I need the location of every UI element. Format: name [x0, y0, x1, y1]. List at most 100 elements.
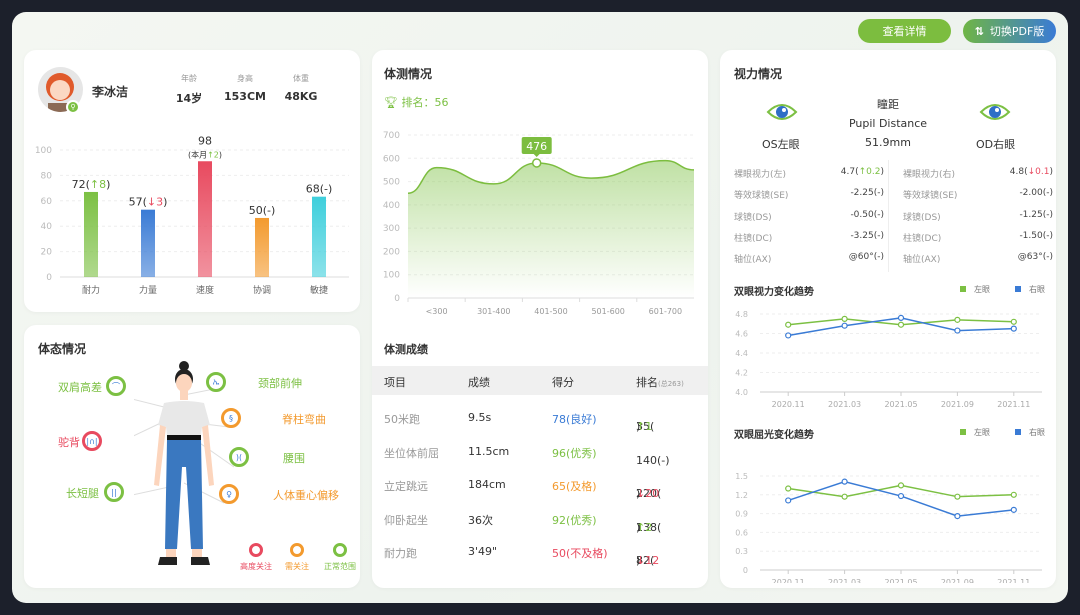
- posture-glyph: ⌒: [112, 381, 120, 391]
- data-point: [785, 332, 792, 339]
- tooltip-arrow: [533, 153, 540, 157]
- x-tick-label: 401-500: [534, 307, 567, 316]
- right-eye-icon: [979, 104, 1011, 120]
- posture-indicator-icon[interactable]: §: [221, 408, 241, 428]
- stat-label: 体重: [293, 74, 309, 83]
- vision-row: 轴位(AX) @63°(-): [903, 252, 1053, 265]
- x-tick-label: 601-700: [649, 307, 682, 316]
- posture-glyph: §: [229, 413, 233, 423]
- pd-value: 51.9mm: [865, 136, 911, 149]
- right-eye-label: OD右眼: [976, 138, 1016, 151]
- x-tick-label: 速度: [196, 284, 214, 296]
- y-tick-label: 500: [383, 178, 400, 188]
- stat-value: 48KG: [284, 90, 318, 103]
- col-rank: 排名(总263): [636, 374, 684, 390]
- posture-indicator-icon[interactable]: ኢ: [206, 372, 226, 392]
- col-rank-label: 排名: [636, 376, 658, 389]
- posture-label: 驼背: [58, 436, 80, 449]
- vision-key: 柱镜(DC): [734, 233, 773, 244]
- rank-close: ): [636, 487, 641, 500]
- vision-key: 轴位(AX): [903, 255, 941, 266]
- y-tick-label: 4.6: [735, 330, 748, 339]
- legend-label: 左眼: [974, 284, 990, 294]
- switch-pdf-label: 切换PDF版: [989, 25, 1045, 38]
- fitness-card: 体测情况 🏆︎ 排名：56 0 100 200 300 400 500 600 700 <300…: [372, 50, 708, 588]
- vision-key: 柱镜(DC): [903, 233, 942, 244]
- bar-value-label: 72(↑8): [72, 178, 111, 191]
- vision-value: @63°(-): [1018, 252, 1053, 265]
- y-tick-label: 4.0: [735, 388, 748, 397]
- legend-item: 需关注: [277, 543, 317, 572]
- posture-glyph: ||: [111, 487, 117, 497]
- y-tick-label: 400: [383, 201, 400, 211]
- y-tick-label: 0: [394, 294, 400, 304]
- vision-value: -1.50(-): [1019, 231, 1053, 244]
- posture-indicator-icon[interactable]: ||: [104, 482, 124, 502]
- y-tick-label: 4.2: [735, 369, 748, 378]
- data-point: [785, 497, 792, 504]
- vision-row: 裸眼视力(左) 4.7(↑0.2): [734, 167, 884, 180]
- y-tick-label: 0.3: [735, 547, 748, 556]
- stat-label: 身高: [237, 74, 253, 83]
- posture-indicator-icon[interactable]: )(: [229, 447, 249, 467]
- y-tick-label: 600: [383, 154, 400, 164]
- score-distribution-chart: 0 100 200 300 400 500 600 700 <300 301-400 401-500…: [383, 131, 695, 316]
- value-change: ↑0.2: [858, 167, 881, 177]
- y-tick-label: 100: [35, 146, 52, 156]
- value: @63°(-): [1017, 252, 1053, 263]
- data-point: [1010, 491, 1017, 498]
- posture-label: 长短腿: [66, 487, 99, 500]
- row-score: 92(优秀): [552, 513, 597, 527]
- col-score: 得分: [552, 376, 574, 389]
- value-close: ): [1049, 167, 1053, 177]
- data-point: [841, 493, 848, 500]
- vision-divider: [888, 160, 889, 272]
- posture-label: 腰围: [283, 452, 305, 465]
- legend-swatch: [960, 286, 966, 292]
- data-point: [954, 316, 961, 323]
- posture-label: 双肩高差: [58, 381, 102, 394]
- value: -1.25(-): [1019, 209, 1053, 220]
- trophy-icon: 🏆︎: [384, 96, 398, 109]
- vision-key: 等效球镜(SE): [903, 191, 958, 202]
- bar-敏捷: [312, 196, 326, 277]
- value: -1.50(-): [1019, 230, 1053, 241]
- col-result: 成绩: [468, 376, 490, 389]
- view-details-button[interactable]: 查看详情: [858, 19, 951, 43]
- stat-label: 年龄: [181, 74, 197, 83]
- value: -2.25(-): [850, 188, 884, 199]
- row-result: 11.5cm: [468, 444, 510, 458]
- scores-table-header: 项目 成绩 得分 排名(总263): [372, 366, 708, 395]
- y-tick-label: 4.4: [735, 349, 748, 358]
- close: ): [106, 178, 110, 191]
- view-details-label: 查看详情: [882, 25, 927, 38]
- swap-icon: ⇅: [974, 24, 984, 38]
- vision-title: 视力情况: [734, 67, 783, 81]
- row-score: 65(及格): [552, 480, 597, 493]
- posture-glyph: )(: [235, 452, 243, 462]
- posture-indicator-icon[interactable]: ⌒: [106, 376, 126, 396]
- y-tick-label: 0: [46, 273, 52, 283]
- x-tick-label: 协调: [253, 284, 271, 296]
- value: 68(-): [306, 183, 333, 196]
- legend-circle-icon: [333, 543, 347, 557]
- posture-glyph: ♀: [226, 489, 232, 499]
- posture-indicator-icon[interactable]: ♀: [219, 484, 239, 504]
- y-tick-label: 300: [383, 224, 400, 234]
- table-row: 立定跳远 184cm 65(及格) 220(↓20): [372, 469, 708, 502]
- switch-pdf-button[interactable]: ⇅ 切换PDF版: [963, 19, 1056, 43]
- posture-indicator-icon[interactable]: |∩|: [82, 431, 102, 451]
- vision-card: 视力情况 OS左眼 OD右眼 瞳距 Pupil Distance 51.9mm …: [720, 50, 1056, 588]
- y-tick-label: 0.6: [735, 528, 748, 537]
- row-result: 36次: [468, 513, 493, 527]
- left-eye-icon: [766, 104, 798, 120]
- y-tick-label: 0.9: [735, 510, 748, 519]
- vision-row: 裸眼视力(右) 4.8(↓0.1): [903, 167, 1053, 180]
- y-tick-label: 4.8: [735, 310, 748, 319]
- close: ): [163, 196, 167, 209]
- rank-total: (总263): [658, 380, 684, 388]
- rank-summary: 🏆︎ 排名：56: [384, 94, 448, 110]
- x-tick-label: 2021.11: [997, 578, 1030, 583]
- data-point: [1010, 325, 1017, 332]
- bar-value-label: 57(↓3): [129, 196, 168, 209]
